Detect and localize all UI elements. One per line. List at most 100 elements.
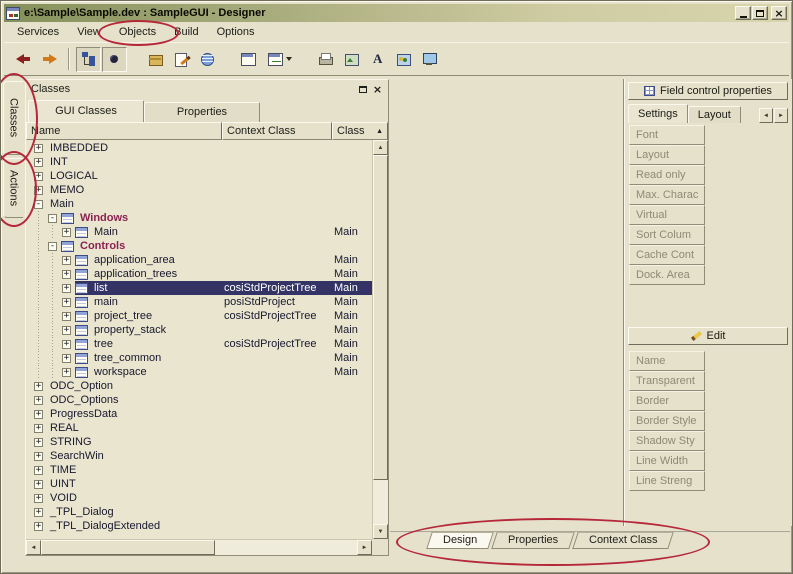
prop-button-transparent[interactable]: Transparent [629,371,705,391]
tree-row-tpl-dialogextended[interactable]: +_TPL_DialogExtended [26,519,372,533]
tree-row-real[interactable]: +REAL [26,421,372,435]
prop-tab-settings[interactable]: Settings [628,104,688,123]
prop-button-layout[interactable]: Layout [629,145,705,165]
horizontal-scroll-thumb[interactable] [41,540,215,555]
window-grid-button[interactable] [236,47,261,72]
horizontal-scrollbar[interactable]: ◄ ► [26,539,372,555]
tree-expander[interactable]: + [62,298,71,307]
tree-expander[interactable]: + [34,186,43,195]
tree-expander[interactable]: + [34,494,43,503]
tab-scroll-left-button[interactable]: ◄ [759,108,773,123]
tree-expander[interactable]: + [62,354,71,363]
horizontal-scroll-track[interactable] [41,540,357,555]
prop-button-font[interactable]: Font [629,125,705,145]
prop-button-border-style[interactable]: Border Style [629,411,705,431]
objects-dot-button[interactable] [102,47,127,72]
tree-row-property-stack[interactable]: +property_stackMain [26,323,372,337]
prop-button-read-only[interactable]: Read only [629,165,705,185]
tab-properties[interactable]: Properties [144,102,260,122]
tree-row-windows[interactable]: -Windows [26,211,372,225]
tree-expander[interactable]: + [62,256,71,265]
menu-item-build[interactable]: Build [165,24,207,40]
side-tab-classes[interactable]: Classes [3,81,23,155]
tree-row-tree[interactable]: +treecosiStdProjectTreeMain [26,337,372,351]
tree-row-controls[interactable]: -Controls [26,239,372,253]
tree-expander[interactable]: + [62,228,71,237]
tree-expander[interactable]: + [62,368,71,377]
forward-button[interactable] [37,47,62,72]
tree-expander[interactable]: + [62,326,71,335]
prop-button-dock-area[interactable]: Dock. Area [629,265,705,285]
back-button[interactable] [11,47,36,72]
tree-row-odc-options[interactable]: +ODC_Options [26,393,372,407]
tree-row-time[interactable]: +TIME [26,463,372,477]
image-button[interactable] [391,47,416,72]
side-tab-actions[interactable]: Actions [3,158,23,218]
tree-row-memo[interactable]: +MEMO [26,183,372,197]
tree-row-uint[interactable]: +UINT [26,477,372,491]
menu-item-options[interactable]: Options [208,24,264,40]
column-header-name[interactable]: Name [26,122,222,140]
tree-row-void[interactable]: +VOID [26,491,372,505]
tree-expander[interactable]: + [62,284,71,293]
scroll-up-button[interactable]: ▲ [373,140,388,155]
tree-expander[interactable]: + [34,508,43,517]
tree-row-int[interactable]: +INT [26,155,372,169]
prop-button-max-charac[interactable]: Max. Charac [629,185,705,205]
menu-item-view[interactable]: View [68,24,110,40]
globe-button[interactable] [195,47,220,72]
vertical-scroll-thumb[interactable] [373,155,388,480]
tree-expander[interactable]: + [34,158,43,167]
menu-item-objects[interactable]: Objects [110,24,165,40]
bottom-tab-design[interactable]: Design [426,532,494,549]
scroll-down-button[interactable]: ▼ [373,524,388,539]
tree-row-main[interactable]: +mainposiStdProjectMain [26,295,372,309]
edit-button[interactable]: Edit [628,327,788,345]
menu-item-services[interactable]: Services [8,24,68,40]
tree-row-string[interactable]: +STRING [26,435,372,449]
titlebar[interactable]: e:\Sample\Sample.dev : SampleGUI - Desig… [4,4,789,22]
panel-close-button[interactable]: × [370,82,385,96]
classes-panel-header[interactable]: Classes × [26,80,388,98]
tree-row-list[interactable]: +listcosiStdProjectTreeMain [26,281,372,295]
tree-expander[interactable]: + [34,466,43,475]
tree-expander[interactable]: - [48,242,57,251]
tree-row-searchwin[interactable]: +SearchWin [26,449,372,463]
tree-expander[interactable]: - [34,200,43,209]
tree-expander[interactable]: + [34,480,43,489]
bottom-tab-properties[interactable]: Properties [491,532,575,549]
maximize-button[interactable] [752,6,768,20]
tree-row-imbedded[interactable]: +IMBEDDED [26,141,372,155]
printer-button[interactable] [313,47,338,72]
tree-row-project-tree[interactable]: +project_treecosiStdProjectTreeMain [26,309,372,323]
column-header-class[interactable]: Class ▲ [332,122,388,140]
form-edit-button[interactable] [169,47,194,72]
prop-button-virtual[interactable]: Virtual [629,205,705,225]
tree-expander[interactable]: + [34,452,43,461]
class-tree-button[interactable] [76,47,101,72]
prop-button-sort-colum[interactable]: Sort Colum [629,225,705,245]
panel-float-button[interactable] [355,82,370,96]
prop-button-border[interactable]: Border [629,391,705,411]
tree-expander[interactable]: + [34,438,43,447]
prop-tab-layout[interactable]: Layout [688,106,741,123]
tree-row-progressdata[interactable]: +ProgressData [26,407,372,421]
tree-expander[interactable]: + [34,424,43,433]
vertical-scrollbar[interactable]: ▲ ▼ [372,140,388,539]
package-button[interactable] [143,47,168,72]
tree-expander[interactable]: - [48,214,57,223]
window-new-button[interactable] [262,47,297,72]
tree-expander[interactable]: + [62,270,71,279]
tree-row-tree-common[interactable]: +tree_commonMain [26,351,372,365]
tree-row-application-trees[interactable]: +application_treesMain [26,267,372,281]
tree-expander[interactable]: + [34,522,43,531]
column-header-context-class[interactable]: Context Class [222,122,332,140]
prop-button-name[interactable]: Name [629,351,705,371]
screen-button[interactable] [417,47,442,72]
tab-gui-classes[interactable]: GUI Classes [28,100,144,122]
tree-expander[interactable]: + [62,312,71,321]
prop-button-line-streng[interactable]: Line Streng [629,471,705,491]
vertical-scroll-track[interactable] [373,155,388,524]
tree-row-logical[interactable]: +LOGICAL [26,169,372,183]
prop-button-cache-cont[interactable]: Cache Cont [629,245,705,265]
